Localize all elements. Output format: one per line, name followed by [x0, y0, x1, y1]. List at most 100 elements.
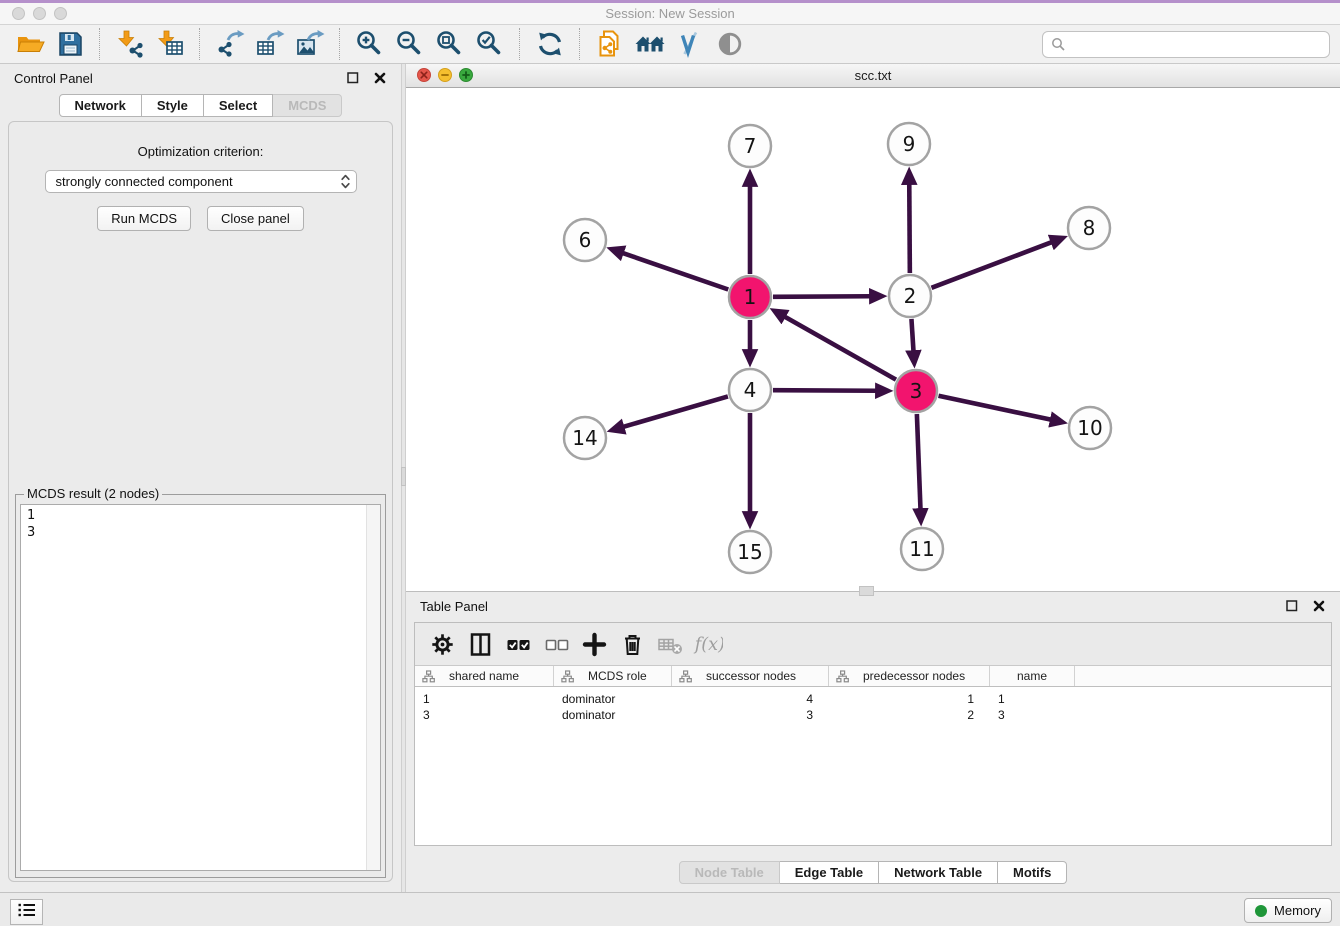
- graph-edge-2-3[interactable]: [911, 319, 913, 351]
- cell-name[interactable]: 3: [990, 708, 1075, 722]
- zoom-selected-icon[interactable]: [472, 27, 508, 61]
- cell-predecessor-nodes[interactable]: 1: [829, 692, 990, 706]
- tab-network-table[interactable]: Network Table: [879, 861, 998, 884]
- close-panel-icon[interactable]: [373, 71, 387, 85]
- graph-edge-2-9[interactable]: [909, 184, 910, 273]
- search-input[interactable]: [1071, 36, 1321, 53]
- graph-edge-2-8[interactable]: [932, 242, 1052, 288]
- deselect-all-icon[interactable]: [541, 629, 571, 659]
- zoom-fit-icon[interactable]: [432, 27, 468, 61]
- close-window-button[interactable]: [12, 7, 25, 20]
- zoom-in-icon[interactable]: [352, 27, 388, 61]
- toolbar-separator: [579, 28, 581, 60]
- run-mcds-button[interactable]: Run MCDS: [97, 206, 191, 231]
- graph-node-2[interactable]: 2: [889, 275, 931, 317]
- tab-node-table[interactable]: Node Table: [679, 861, 780, 884]
- search-box[interactable]: [1042, 31, 1330, 58]
- tab-mcds[interactable]: MCDS: [273, 94, 342, 117]
- column-label: successor nodes: [706, 669, 796, 683]
- tab-motifs[interactable]: Motifs: [998, 861, 1067, 884]
- import-network-icon[interactable]: [112, 27, 148, 61]
- export-image-icon[interactable]: [292, 27, 328, 61]
- optimization-select-value: strongly connected component: [56, 174, 233, 189]
- toolbar-separator: [199, 28, 201, 60]
- delete-row-icon[interactable]: [617, 629, 647, 659]
- tab-select[interactable]: Select: [204, 94, 273, 117]
- close-panel-button[interactable]: Close panel: [207, 206, 304, 231]
- graph-edge-4-14[interactable]: [623, 396, 728, 426]
- save-icon[interactable]: [52, 27, 88, 61]
- mcds-result-group: MCDS result (2 nodes) 1 3: [15, 494, 386, 878]
- export-table-icon[interactable]: [252, 27, 288, 61]
- mcds-result-area[interactable]: 1 3: [20, 504, 381, 871]
- add-row-icon[interactable]: [579, 629, 609, 659]
- zoom-out-icon[interactable]: [392, 27, 428, 61]
- maximize-window-button[interactable]: [54, 7, 67, 20]
- graph-node-6[interactable]: 6: [564, 219, 606, 261]
- float-table-panel-icon[interactable]: [1285, 599, 1299, 613]
- graph-node-15[interactable]: 15: [729, 531, 771, 573]
- graph-edge-4-3[interactable]: [773, 390, 876, 391]
- cell-name[interactable]: 1: [990, 692, 1075, 706]
- node-label: 9: [903, 132, 916, 156]
- cell-predecessor-nodes[interactable]: 2: [829, 708, 990, 722]
- cell-MCDS-role[interactable]: dominator: [554, 692, 672, 706]
- divider-handle-horizontal[interactable]: [859, 586, 874, 596]
- minimize-network-button[interactable]: [438, 68, 452, 82]
- graph-node-7[interactable]: 7: [729, 125, 771, 167]
- refresh-icon[interactable]: [532, 27, 568, 61]
- cell-shared-name[interactable]: 1: [415, 692, 554, 706]
- close-network-button[interactable]: [417, 68, 431, 82]
- cell-MCDS-role[interactable]: dominator: [554, 708, 672, 722]
- column-header-predecessor-nodes[interactable]: predecessor nodes: [829, 666, 990, 686]
- vizmap-icon[interactable]: [672, 27, 708, 61]
- close-table-panel-icon[interactable]: [1312, 599, 1326, 613]
- memory-button[interactable]: Memory: [1244, 898, 1332, 923]
- network-canvas[interactable]: 1 2 3 4 6 7 8 9 10 11 14 15: [406, 88, 1340, 591]
- table-row[interactable]: 1dominator411: [415, 691, 1331, 707]
- table-row[interactable]: 3dominator323: [415, 707, 1331, 723]
- result-scrollbar[interactable]: [366, 505, 380, 870]
- graph-node-14[interactable]: 14: [564, 417, 606, 459]
- split-panel-icon[interactable]: [465, 629, 495, 659]
- import-table-icon[interactable]: [152, 27, 188, 61]
- clone-network-icon[interactable]: [592, 27, 628, 61]
- cell-successor-nodes[interactable]: 3: [672, 708, 829, 722]
- optimization-select[interactable]: strongly connected component: [45, 170, 357, 193]
- graph-node-10[interactable]: 10: [1069, 407, 1111, 449]
- graph-node-9[interactable]: 9: [888, 123, 930, 165]
- show-hide-icon[interactable]: [712, 27, 748, 61]
- cell-successor-nodes[interactable]: 4: [672, 692, 829, 706]
- graph-node-1[interactable]: 1: [729, 276, 771, 318]
- graph-edge-1-6[interactable]: [623, 253, 728, 289]
- node-label: 6: [579, 228, 592, 252]
- graph-edge-1-2[interactable]: [773, 296, 870, 297]
- column-header-successor-nodes[interactable]: successor nodes: [672, 666, 829, 686]
- graph-node-4[interactable]: 4: [729, 369, 771, 411]
- task-history-button[interactable]: [10, 899, 43, 925]
- zoom-network-button[interactable]: [459, 68, 473, 82]
- graph-node-11[interactable]: 11: [901, 528, 943, 570]
- graph-edge-3-10[interactable]: [938, 396, 1050, 420]
- graph-node-3[interactable]: 3: [895, 370, 937, 412]
- tab-edge-table[interactable]: Edge Table: [780, 861, 879, 884]
- float-panel-icon[interactable]: [346, 71, 360, 85]
- tab-network[interactable]: Network: [59, 94, 142, 117]
- main-toolbar: [0, 25, 1340, 64]
- cell-shared-name[interactable]: 3: [415, 708, 554, 722]
- graph-edge-3-11[interactable]: [917, 414, 921, 509]
- column-header-MCDS-role[interactable]: MCDS role: [554, 666, 672, 686]
- settings-gear-icon[interactable]: [427, 629, 457, 659]
- home-view-icon[interactable]: [632, 27, 668, 61]
- export-network-icon[interactable]: [212, 27, 248, 61]
- column-header-name[interactable]: name: [990, 666, 1075, 686]
- graph-edge-3-1[interactable]: [785, 317, 896, 380]
- column-header-shared-name[interactable]: shared name: [415, 666, 554, 686]
- network-window-controls: [417, 68, 473, 82]
- open-folder-icon[interactable]: [12, 27, 48, 61]
- tab-style[interactable]: Style: [142, 94, 204, 117]
- select-all-icon[interactable]: [503, 629, 533, 659]
- column-label: predecessor nodes: [863, 669, 965, 683]
- graph-node-8[interactable]: 8: [1068, 207, 1110, 249]
- minimize-window-button[interactable]: [33, 7, 46, 20]
